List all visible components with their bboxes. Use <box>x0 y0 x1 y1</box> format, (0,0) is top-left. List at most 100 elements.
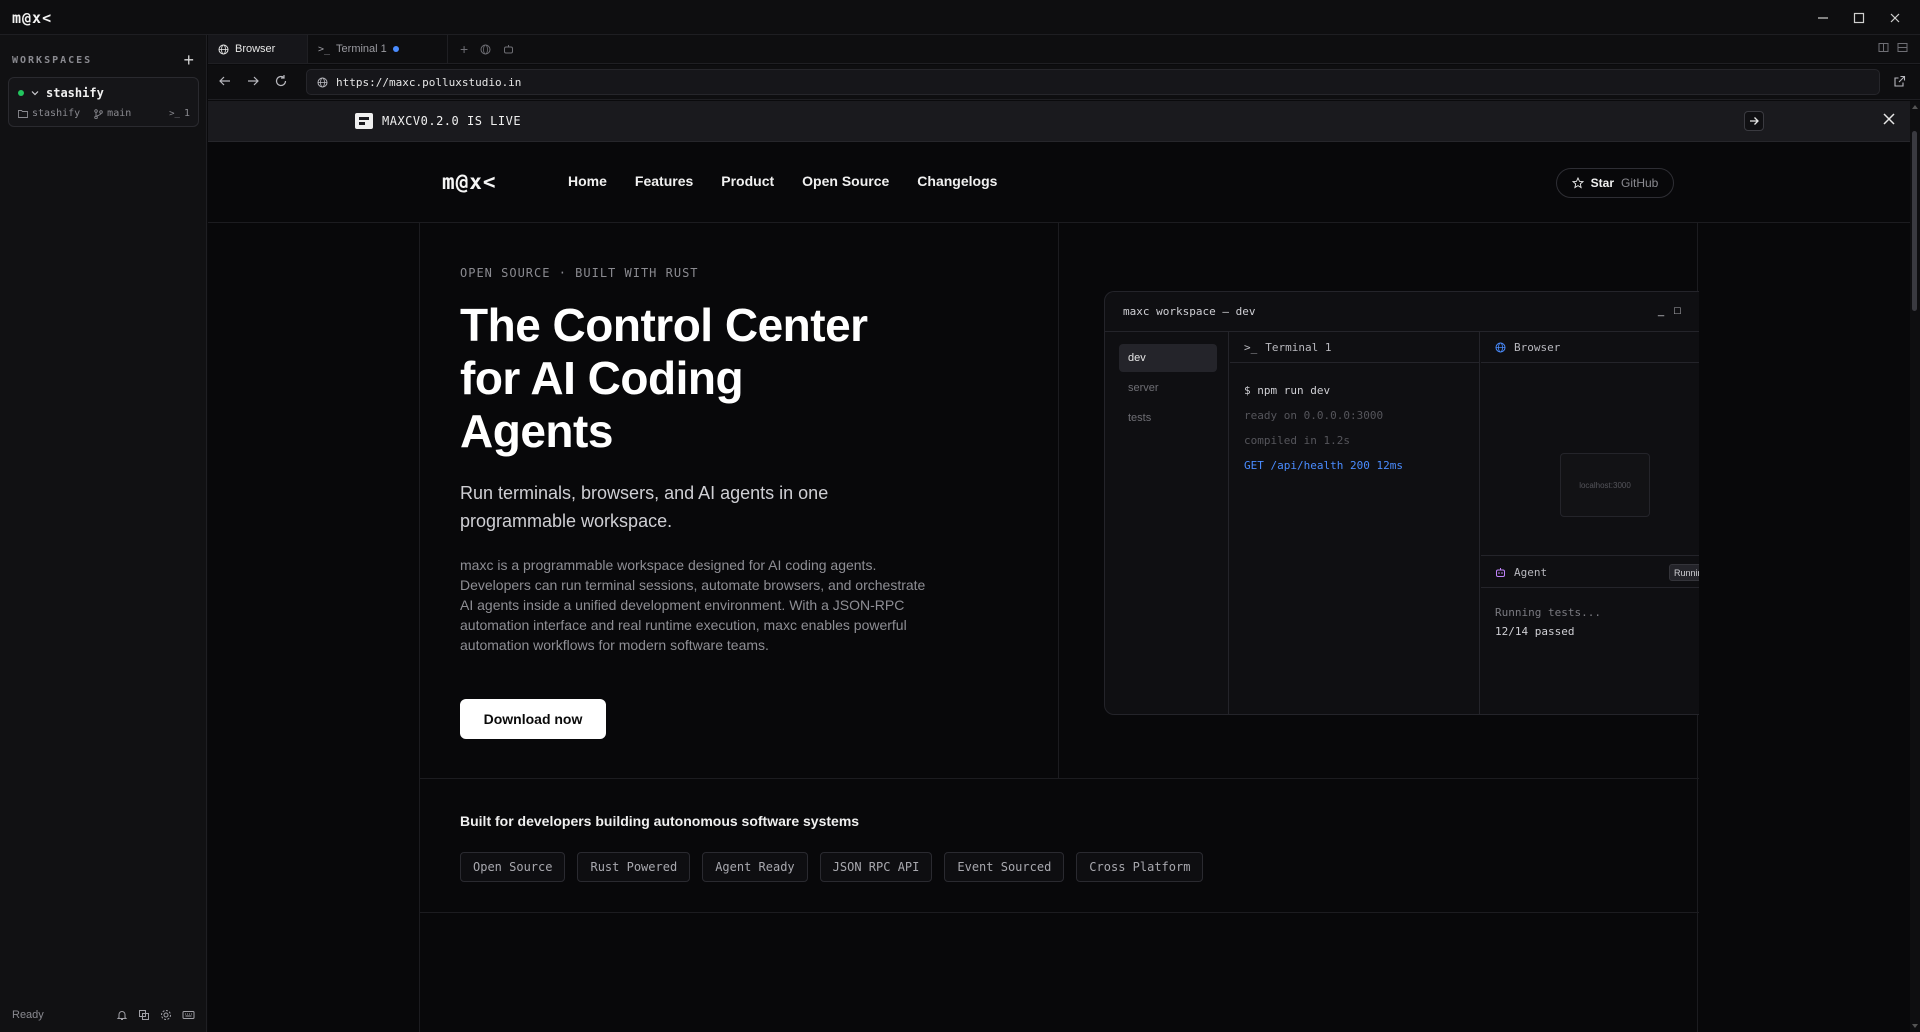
mock-sidebar: dev server tests <box>1105 332 1229 714</box>
url-input[interactable]: https://maxc.polluxstudio.in <box>306 69 1880 95</box>
terminal-icon: >_ <box>318 43 331 55</box>
mock-sidebar-item-tests: tests <box>1128 412 1152 424</box>
keyboard-icon[interactable] <box>182 1009 195 1021</box>
nav-home[interactable]: Home <box>568 173 607 189</box>
workspace-folder: stashify <box>32 108 81 119</box>
hero-title: The Control Center for AI Coding Agents <box>460 299 868 457</box>
maximize-icon[interactable] <box>1844 3 1874 33</box>
browser-pane-title: Browser <box>1514 340 1561 354</box>
built-for-title: Built for developers building autonomous… <box>460 813 860 829</box>
agent-line: 12/14 passed <box>1495 625 1575 638</box>
section-divider <box>420 912 1699 913</box>
content-frame: OPEN SOURCE · BUILT WITH RUST The Contro… <box>419 223 1699 1032</box>
banner-close-button[interactable] <box>1882 112 1896 126</box>
chip-event-sourced: Event Sourced <box>944 852 1065 882</box>
agent-line: Running tests... <box>1495 606 1601 619</box>
bell-icon[interactable] <box>116 1009 128 1021</box>
chip-agent-ready: Agent Ready <box>702 852 808 882</box>
app-logo: m@x< <box>12 9 53 27</box>
nav-changelogs[interactable]: Changelogs <box>917 173 997 189</box>
url-text: https://maxc.polluxstudio.in <box>336 75 522 89</box>
globe-icon[interactable] <box>480 44 491 55</box>
nav-open-source[interactable]: Open Source <box>802 173 889 189</box>
split-horizontal-icon[interactable] <box>1878 42 1889 53</box>
tab-label: Browser <box>235 43 276 55</box>
mock-agent-pane: Agent Running Running tests... 12/14 pas… <box>1481 557 1699 714</box>
maxc-logo-icon <box>354 112 374 130</box>
terminal-line: compiled in 1.2s <box>1244 434 1350 447</box>
mock-sidebar-item-dev: dev <box>1119 344 1217 372</box>
scroll-down-icon[interactable] <box>1912 1024 1918 1028</box>
banner-arrow-button[interactable] <box>1744 111 1764 131</box>
tab-label: Terminal 1 <box>336 43 387 55</box>
close-icon[interactable] <box>1880 3 1910 33</box>
scroll-up-icon[interactable] <box>1912 105 1918 109</box>
chip-open-source: Open Source <box>460 852 566 882</box>
folder-icon <box>18 109 28 118</box>
page-scrollbar[interactable] <box>1910 101 1920 1032</box>
workspace-card[interactable]: stashify stashify main >_ 1 <box>8 77 199 127</box>
banner-text: MAXCV0.2.0 IS LIVE <box>382 114 522 128</box>
unsaved-dot <box>392 46 399 52</box>
scroll-thumb[interactable] <box>1912 131 1917 311</box>
hero-divider <box>1058 223 1059 778</box>
mock-terminal-pane: >_ Terminal 1 $ npm run dev ready on 0.0… <box>1230 332 1480 714</box>
tab-browser[interactable]: Browser <box>208 35 308 63</box>
title-bar: m@x< <box>0 0 1920 35</box>
status-badge: Running <box>1669 564 1699 581</box>
agent-icon[interactable] <box>503 44 514 55</box>
close-icon <box>1883 113 1895 125</box>
terminal-pane-title: Terminal 1 <box>1265 340 1332 354</box>
new-tab-button[interactable]: + <box>460 41 468 57</box>
workspaces-header: WORKSPACES + <box>12 51 194 69</box>
mock-browser-pane: Browser localhost:3000 <box>1481 332 1699 556</box>
section-divider <box>420 778 1699 779</box>
forward-arrow-icon[interactable] <box>246 74 260 88</box>
hero-eyebrow: OPEN SOURCE · BUILT WITH RUST <box>460 266 699 280</box>
mock-sidebar-item-server: server <box>1128 382 1159 394</box>
external-link-icon[interactable] <box>1893 75 1906 88</box>
terminal-icon: >_ <box>169 108 180 119</box>
window-controls <box>1808 0 1910 35</box>
arrow-right-icon <box>1750 117 1759 125</box>
terminal-count: 1 <box>183 108 190 119</box>
globe-icon <box>218 44 229 55</box>
split-vertical-icon[interactable] <box>1897 42 1908 53</box>
mock-title: maxc workspace — dev <box>1123 305 1256 318</box>
feature-chips: Open Source Rust Powered Agent Ready JSO… <box>460 852 1204 882</box>
minimize-icon: _ <box>1658 305 1665 317</box>
site-nav: m@x< Home Features Product Open Source C… <box>208 142 1910 223</box>
agent-pane-title: Agent <box>1514 565 1548 579</box>
download-button[interactable]: Download now <box>460 699 606 739</box>
terminal-line: GET /api/health 200 12ms <box>1244 459 1403 472</box>
add-workspace-button[interactable]: + <box>183 51 194 69</box>
minimize-icon[interactable] <box>1808 3 1838 33</box>
sidebar: WORKSPACES + stashify stashify main >_ 1 <box>0 35 207 1032</box>
tab-terminal-1[interactable]: >_ Terminal 1 <box>308 35 448 63</box>
globe-icon <box>317 77 328 88</box>
site-logo[interactable]: m@x< <box>442 170 497 194</box>
reload-icon[interactable] <box>274 74 288 88</box>
workspaces-title: WORKSPACES <box>12 54 93 66</box>
url-bar: https://maxc.polluxstudio.in <box>208 65 1920 100</box>
terminal-line: ready on 0.0.0.0:3000 <box>1244 409 1384 422</box>
globe-icon <box>1495 342 1506 353</box>
chevron-down-icon[interactable] <box>31 89 39 97</box>
localhost-preview: localhost:3000 <box>1560 453 1650 517</box>
nav-product[interactable]: Product <box>721 173 774 189</box>
web-viewport: MAXCV0.2.0 IS LIVE m@x< Home Features Pr… <box>208 101 1910 1032</box>
nav-features[interactable]: Features <box>635 173 693 189</box>
settings-icon[interactable] <box>160 1009 172 1021</box>
workspace-branch: main <box>107 108 132 119</box>
chip-cross-platform: Cross Platform <box>1076 852 1204 882</box>
github-star-button[interactable]: Star GitHub <box>1556 168 1674 198</box>
maximize-icon: □ <box>1674 305 1681 317</box>
workspace-name: stashify <box>46 86 104 100</box>
back-arrow-icon[interactable] <box>218 74 232 88</box>
layout-icon[interactable] <box>138 1009 150 1021</box>
announcement-banner: MAXCV0.2.0 IS LIVE <box>208 101 1910 142</box>
terminal-icon: >_ <box>1244 340 1258 354</box>
status-dot <box>18 90 24 96</box>
star-sub: GitHub <box>1620 176 1659 190</box>
hero-subtitle: Run terminals, browsers, and AI agents i… <box>460 483 829 531</box>
